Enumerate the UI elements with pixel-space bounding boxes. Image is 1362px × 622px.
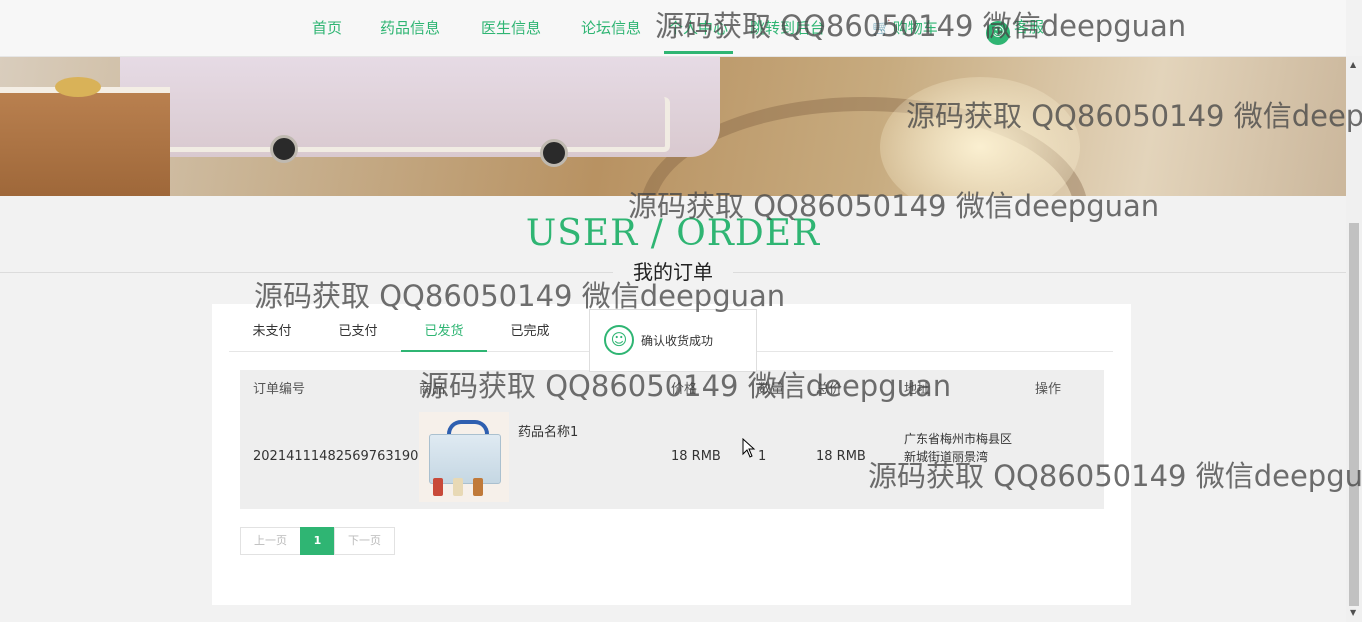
- next-page-button[interactable]: 下一页: [334, 527, 395, 555]
- page-number-button[interactable]: 1: [300, 527, 335, 555]
- scrollbar[interactable]: ▲ ▼: [1346, 56, 1362, 622]
- column-header-price: 价格: [671, 382, 698, 397]
- toast-message: ☺ 确认收货成功: [589, 309, 757, 372]
- order-total: 18 RMB: [816, 449, 866, 464]
- banner-lamp: [55, 77, 101, 97]
- nav-item-service[interactable]: ☺ 客服: [986, 16, 1044, 45]
- nav-item-user-center[interactable]: 个人中心: [668, 17, 728, 38]
- order-table: 订单编号 商品 价格 数量 总价 地址 操作 20214111482569763…: [240, 370, 1104, 509]
- nav-item-cart-label: 购物车: [892, 19, 938, 37]
- product-image-bottle: [433, 478, 443, 496]
- nav-item-medicine[interactable]: 药品信息: [380, 17, 440, 38]
- tab-unpaid[interactable]: 未支付: [229, 304, 315, 351]
- column-header-action: 操作: [1035, 382, 1062, 397]
- cart-icon: 🛒: [872, 19, 891, 37]
- prev-page-button[interactable]: 上一页: [240, 527, 301, 555]
- tab-shipped[interactable]: 已发货: [401, 304, 487, 352]
- banner-image: [0, 57, 1346, 196]
- column-header-product: 商品: [419, 382, 446, 397]
- nav-active-indicator: [664, 51, 733, 54]
- smile-icon: ☺: [604, 325, 634, 355]
- product-price: 18 RMB: [671, 449, 721, 464]
- nav-item-service-label: 客服: [1014, 18, 1045, 36]
- page-title: USER / ORDER: [525, 213, 821, 254]
- column-header-total: 总价: [816, 382, 843, 397]
- product-image-bottle: [473, 478, 483, 496]
- banner-nightstand: [0, 87, 170, 196]
- nav-item-cart[interactable]: 🛒 购物车: [872, 17, 938, 38]
- product-quantity: 1: [758, 449, 767, 464]
- page-subtitle: 我的订单: [613, 259, 733, 285]
- nav-item-forum[interactable]: 论坛信息: [581, 17, 641, 38]
- tab-paid[interactable]: 已支付: [315, 304, 401, 351]
- banner-wheel: [540, 139, 568, 167]
- order-number: 20214111482569763190: [253, 449, 419, 464]
- product-thumbnail[interactable]: [419, 412, 509, 502]
- product-image-box: [429, 434, 501, 484]
- banner-bed-frame: [100, 97, 670, 152]
- column-header-address: 地址: [904, 382, 931, 397]
- banner-wheel: [270, 135, 298, 163]
- column-header-quantity: 数量: [758, 382, 785, 397]
- tab-completed[interactable]: 已完成: [487, 304, 573, 351]
- column-header-order-no: 订单编号: [253, 382, 306, 397]
- nav-item-home[interactable]: 首页: [312, 17, 342, 38]
- nav-item-doctor[interactable]: 医生信息: [481, 17, 541, 38]
- scroll-down-arrow-icon[interactable]: ▼: [1350, 608, 1356, 617]
- shipping-address: 广东省梅州市梅县区新城街道丽景湾: [904, 432, 1013, 464]
- mouse-cursor-icon: [742, 438, 756, 458]
- product-name[interactable]: 药品名称1: [518, 421, 578, 440]
- nav-item-admin[interactable]: 跳转到后台: [750, 17, 825, 38]
- toast-text: 确认收货成功: [641, 334, 714, 348]
- banner-light: [880, 77, 1080, 196]
- scroll-up-arrow-icon[interactable]: ▲: [1350, 60, 1356, 69]
- top-nav: 首页 药品信息 医生信息 论坛信息 个人中心 跳转到后台 🛒 购物车 ☺ 客服: [0, 0, 1346, 57]
- customer-service-icon: ☺: [986, 21, 1010, 45]
- product-image-bottle: [453, 478, 463, 496]
- scroll-thumb[interactable]: [1349, 223, 1359, 606]
